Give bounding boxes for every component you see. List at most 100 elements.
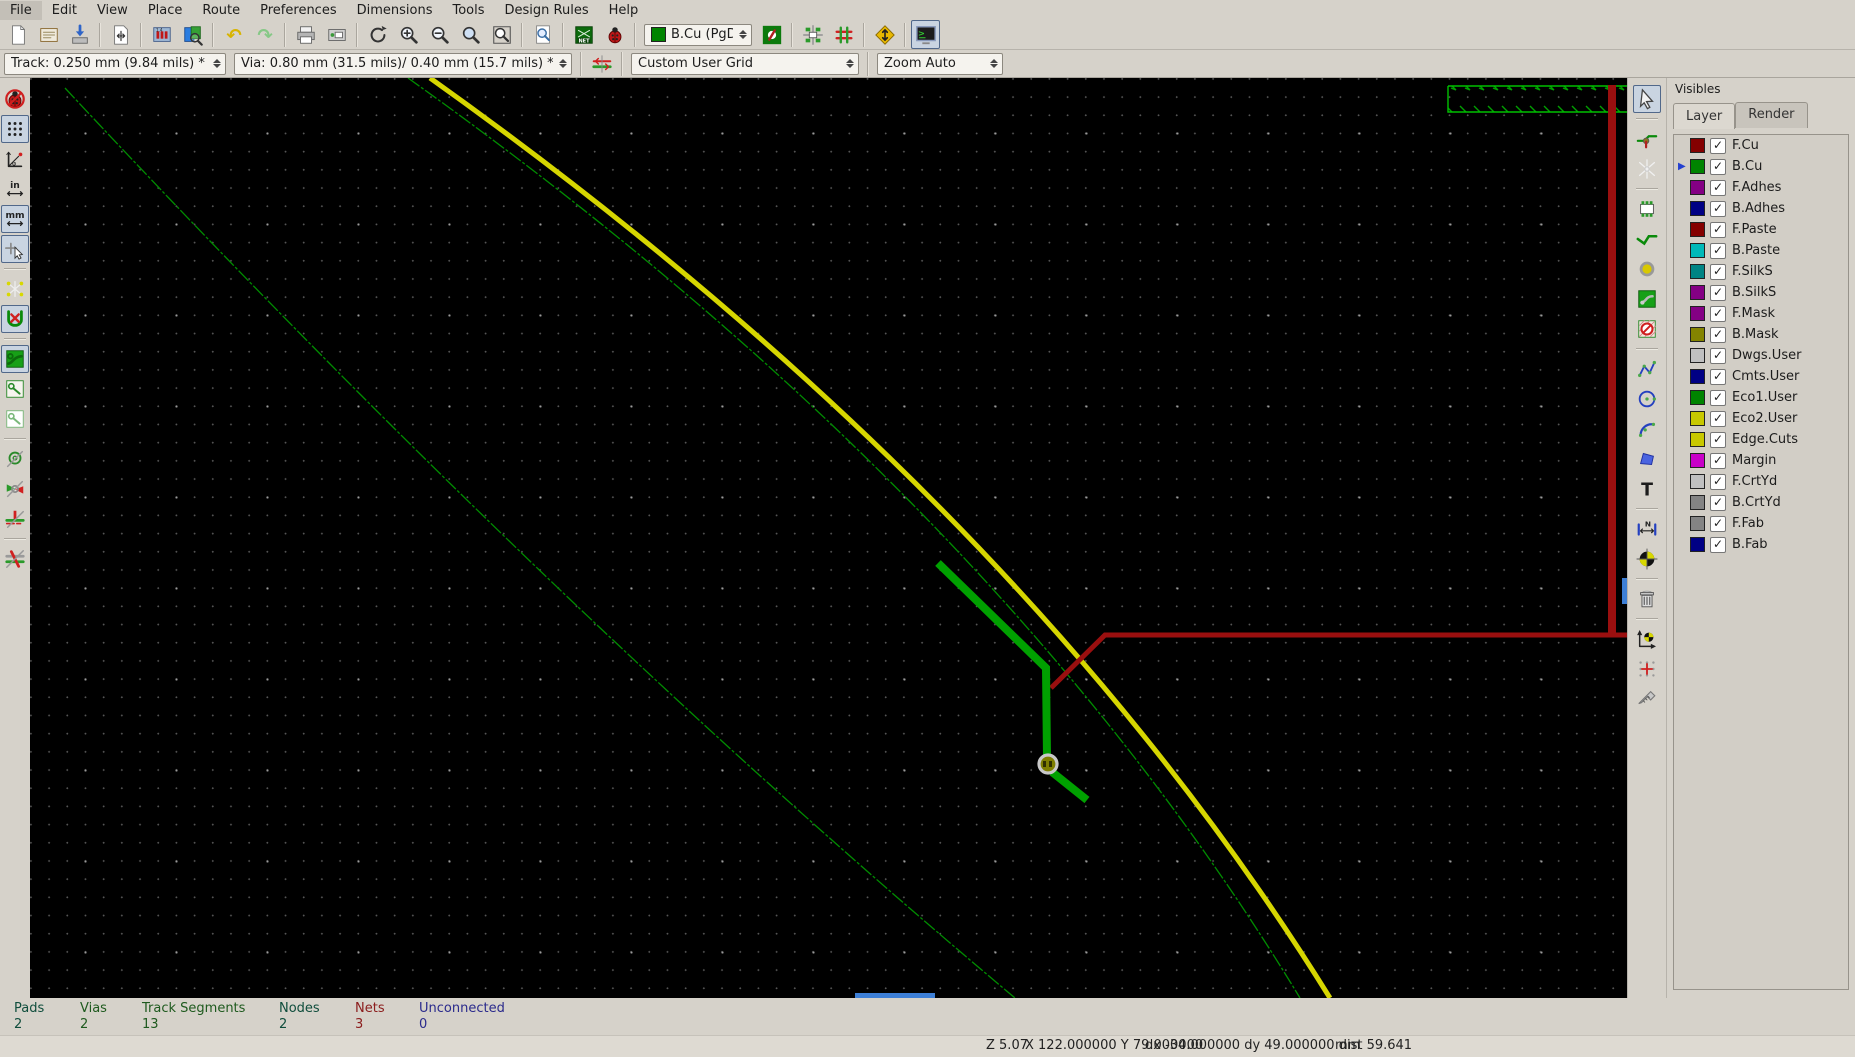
auto-track-width-icon[interactable] <box>587 49 616 78</box>
microvia-toggle-icon[interactable] <box>757 20 786 49</box>
layer-row-f-mask[interactable]: ✓F.Mask <box>1674 303 1848 324</box>
tracks-sketch-icon[interactable] <box>1 505 29 533</box>
menu-view[interactable]: View <box>87 1 138 20</box>
track-width-selector[interactable]: Track: 0.250 mm (9.84 mils) * <box>4 53 226 75</box>
pcb-canvas[interactable] <box>30 78 1627 998</box>
layer-color-swatch[interactable] <box>1690 474 1705 489</box>
high-contrast-icon[interactable] <box>1 545 29 573</box>
tab-layer[interactable]: Layer <box>1673 103 1735 129</box>
layer-visibility-checkbox[interactable]: ✓ <box>1710 327 1726 343</box>
layer-visibility-checkbox[interactable]: ✓ <box>1710 495 1726 511</box>
menu-preferences[interactable]: Preferences <box>250 1 346 20</box>
menu-help[interactable]: Help <box>599 1 649 20</box>
layer-color-swatch[interactable] <box>1690 537 1705 552</box>
layer-visibility-checkbox[interactable]: ✓ <box>1710 180 1726 196</box>
layer-row-b-silks[interactable]: ✓B.SilkS <box>1674 282 1848 303</box>
graphic-arc-icon[interactable] <box>1633 415 1661 443</box>
bcu-track-stub[interactable] <box>1052 772 1087 800</box>
layer-row-b-paste[interactable]: ✓B.Paste <box>1674 240 1848 261</box>
drc-off-icon[interactable] <box>1 85 29 113</box>
drc-check-icon[interactable] <box>600 20 629 49</box>
layer-color-swatch[interactable] <box>1690 495 1705 510</box>
zones-sketch-icon[interactable] <box>1 375 29 403</box>
layer-visibility-checkbox[interactable]: ✓ <box>1710 537 1726 553</box>
zoom-in-icon[interactable] <box>394 20 423 49</box>
layer-visibility-checkbox[interactable]: ✓ <box>1710 432 1726 448</box>
menu-design-rules[interactable]: Design Rules <box>495 1 599 20</box>
menu-edit[interactable]: Edit <box>42 1 87 20</box>
layer-row-f-fab[interactable]: ✓F.Fab <box>1674 513 1848 534</box>
modules-list-icon[interactable]: 1.4 <box>147 20 176 49</box>
layer-visibility-checkbox[interactable]: ✓ <box>1710 411 1726 427</box>
layer-color-swatch[interactable] <box>1690 222 1705 237</box>
layer-row-b-crtyd[interactable]: ✓B.CrtYd <box>1674 492 1848 513</box>
layer-color-swatch[interactable] <box>1690 159 1705 174</box>
menu-place[interactable]: Place <box>138 1 193 20</box>
menu-file[interactable]: File <box>0 1 42 20</box>
layer-color-swatch[interactable] <box>1690 285 1705 300</box>
layer-row-f-adhes[interactable]: ✓F.Adhes <box>1674 177 1848 198</box>
layer-visibility-checkbox[interactable]: ✓ <box>1710 159 1726 175</box>
netlist-icon[interactable]: NET <box>569 20 598 49</box>
layer-color-swatch[interactable] <box>1690 348 1705 363</box>
spinner-arrows-icon[interactable] <box>846 59 854 68</box>
arrow-tool-icon[interactable] <box>1633 85 1661 113</box>
pads-sketch-icon[interactable] <box>1 475 29 503</box>
graphic-circle-icon[interactable] <box>1633 385 1661 413</box>
via-size-selector[interactable]: Via: 0.80 mm (31.5 mils)/ 0.40 mm (15.7 … <box>234 53 572 75</box>
measure-tool-icon[interactable] <box>1633 685 1661 713</box>
page-settings-icon[interactable] <box>106 20 135 49</box>
drill-origin-icon[interactable] <box>1633 625 1661 653</box>
add-dimension-icon[interactable]: N <box>1633 515 1661 543</box>
library-browser-icon[interactable] <box>178 20 207 49</box>
find-icon[interactable] <box>528 20 557 49</box>
ratsnest-general-icon[interactable] <box>1 275 29 303</box>
zoom-fit-icon[interactable] <box>456 20 485 49</box>
add-keepout-icon[interactable] <box>1633 315 1661 343</box>
menu-tools[interactable]: Tools <box>442 1 494 20</box>
layer-visibility-checkbox[interactable]: ✓ <box>1710 306 1726 322</box>
via[interactable] <box>1039 755 1057 773</box>
menu-dimensions[interactable]: Dimensions <box>347 1 443 20</box>
add-track-icon[interactable] <box>1633 225 1661 253</box>
highlight-net-icon[interactable] <box>1633 125 1661 153</box>
layer-row-dwgs-user[interactable]: ✓Dwgs.User <box>1674 345 1848 366</box>
new-board-icon[interactable] <box>3 20 32 49</box>
layer-color-swatch[interactable] <box>1690 390 1705 405</box>
layer-visibility-checkbox[interactable]: ✓ <box>1710 138 1726 154</box>
layer-color-swatch[interactable] <box>1690 327 1705 342</box>
layer-selector[interactable]: B.Cu (PgDn) <box>644 24 752 46</box>
layer-color-swatch[interactable] <box>1690 411 1705 426</box>
layer-color-swatch[interactable] <box>1690 516 1705 531</box>
plot-icon[interactable] <box>322 20 351 49</box>
save-board-icon[interactable] <box>65 20 94 49</box>
track-mode-icon[interactable] <box>829 20 858 49</box>
redraw-view-icon[interactable] <box>363 20 392 49</box>
print-icon[interactable] <box>291 20 320 49</box>
add-footprint-icon[interactable] <box>1633 195 1661 223</box>
redo-icon[interactable]: ↷ <box>250 20 279 49</box>
layer-color-swatch[interactable] <box>1690 453 1705 468</box>
fcu-track[interactable] <box>1051 635 1627 688</box>
eco-outline-1[interactable] <box>65 88 1015 998</box>
layer-row-b-adhes[interactable]: ✓B.Adhes <box>1674 198 1848 219</box>
layer-visibility-checkbox[interactable]: ✓ <box>1710 474 1726 490</box>
polar-coords-icon[interactable]: φ <box>1 145 29 173</box>
layer-color-swatch[interactable] <box>1690 369 1705 384</box>
zones-filled-icon[interactable] <box>1 345 29 373</box>
grid-selector[interactable]: Custom User Grid <box>631 53 859 75</box>
spinner-arrows-icon[interactable] <box>990 59 998 68</box>
units-inch-icon[interactable]: in <box>1 175 29 203</box>
grid-origin-icon[interactable] <box>1633 655 1661 683</box>
zoom-out-icon[interactable] <box>425 20 454 49</box>
module-ratsnest-icon[interactable] <box>1 305 29 333</box>
footprint-mode-icon[interactable] <box>798 20 827 49</box>
layer-row-cmts-user[interactable]: ✓Cmts.User <box>1674 366 1848 387</box>
delete-items-icon[interactable] <box>1633 585 1661 613</box>
layer-visibility-checkbox[interactable]: ✓ <box>1710 201 1726 217</box>
layer-visibility-checkbox[interactable]: ✓ <box>1710 222 1726 238</box>
tab-render[interactable]: Render <box>1735 102 1807 128</box>
layer-color-swatch[interactable] <box>1690 138 1705 153</box>
spinner-arrows-icon[interactable] <box>213 59 221 68</box>
zoom-selection-icon[interactable] <box>487 20 516 49</box>
